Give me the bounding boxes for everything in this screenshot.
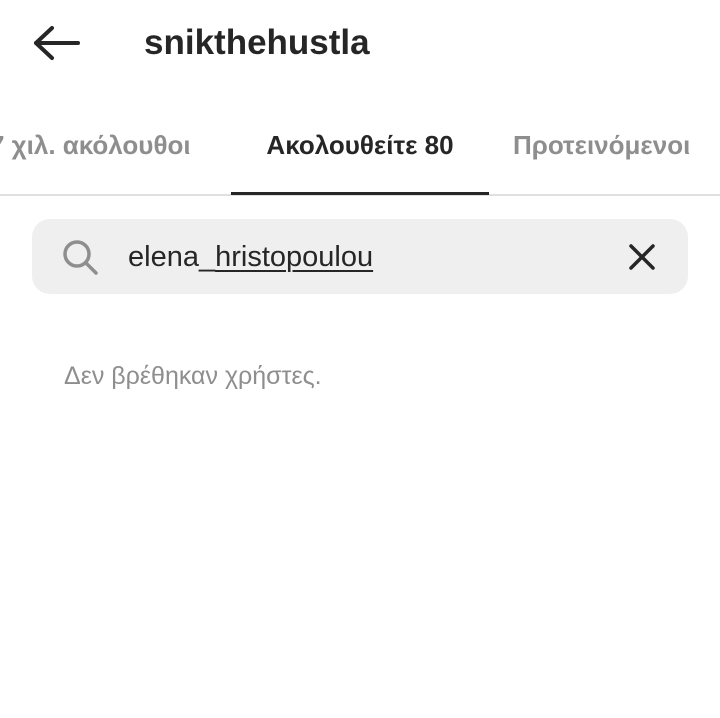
clear-search-button[interactable] <box>622 237 662 277</box>
tab-bar: 7 χιλ. ακόλουθοι Ακολουθείτε 80 Προτεινό… <box>0 104 720 196</box>
top-bar: snikthehustla <box>0 0 720 88</box>
tab-suggested[interactable]: Προτεινόμενοι <box>513 104 720 194</box>
page-title: snikthehustla <box>144 23 370 62</box>
tab-following-label: Ακολουθείτε 80 <box>266 130 454 160</box>
tab-suggested-label: Προτεινόμενοι <box>513 130 691 160</box>
search-bar: elena_hristopoulou <box>32 219 688 294</box>
close-icon <box>629 244 655 270</box>
search-value-plain: elena_ <box>128 241 216 273</box>
search-input[interactable]: elena_hristopoulou <box>128 233 373 281</box>
search-icon <box>63 240 98 275</box>
empty-results-message: Δεν βρέθηκαν χρήστες. <box>64 362 322 390</box>
search-value-underlined: hristopoulou <box>215 241 374 273</box>
tab-followers[interactable]: 7 χιλ. ακόλουθοι <box>0 104 220 194</box>
active-tab-indicator <box>231 192 489 195</box>
tab-following[interactable]: Ακολουθείτε 80 <box>231 104 489 195</box>
tab-followers-label: 7 χιλ. ακόλουθοι <box>0 130 191 160</box>
arrow-left-icon <box>34 26 80 60</box>
back-button[interactable] <box>26 18 86 68</box>
